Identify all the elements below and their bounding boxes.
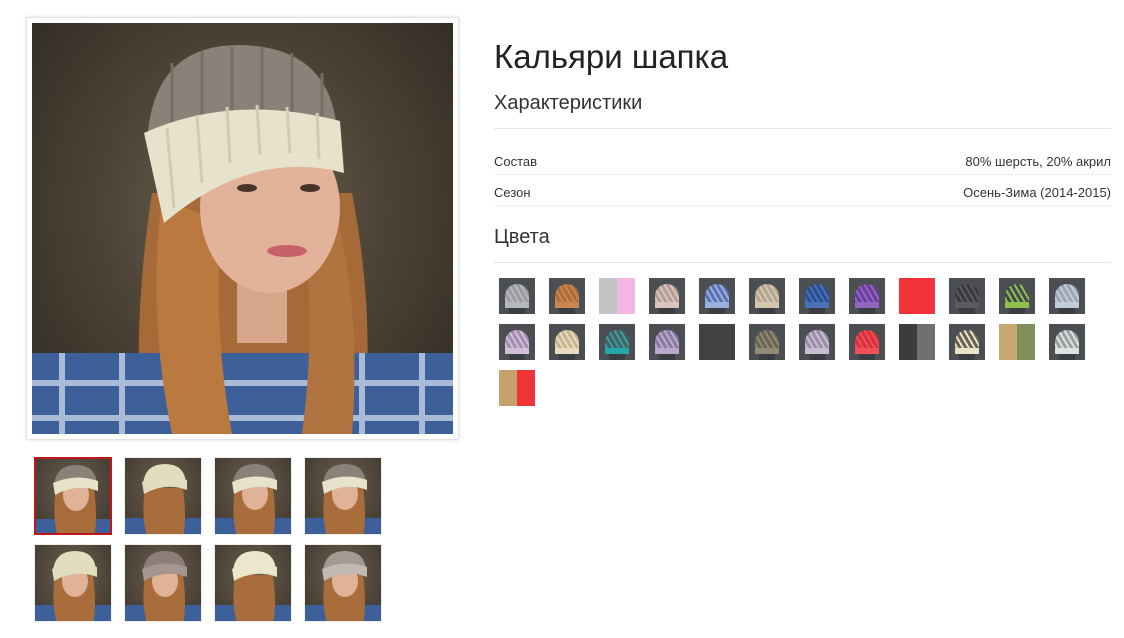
- color-swatch[interactable]: [649, 278, 685, 314]
- main-product-photo[interactable]: [26, 17, 459, 440]
- color-swatch[interactable]: [499, 324, 535, 360]
- color-swatch[interactable]: [1049, 324, 1085, 360]
- product-thumbnail[interactable]: [124, 544, 202, 622]
- color-swatch[interactable]: [699, 278, 735, 314]
- color-swatch[interactable]: [849, 324, 885, 360]
- color-swatch[interactable]: [699, 324, 735, 360]
- product-thumbnail[interactable]: [214, 544, 292, 622]
- spec-label: Состав: [494, 154, 538, 169]
- colors-heading: Цвета: [494, 226, 550, 248]
- color-swatch[interactable]: [899, 324, 935, 360]
- product-thumbnail[interactable]: [304, 457, 382, 535]
- color-swatch[interactable]: [599, 324, 635, 360]
- color-swatch[interactable]: [949, 278, 985, 314]
- characteristics-heading: Характеристики: [494, 92, 643, 114]
- color-swatch[interactable]: [749, 324, 785, 360]
- color-swatch[interactable]: [549, 324, 585, 360]
- color-swatch[interactable]: [499, 370, 535, 406]
- spec-row-season: Сезон Осень-Зима (2014-2015): [494, 175, 1111, 206]
- color-swatch[interactable]: [999, 278, 1035, 314]
- spec-value: 80% шерсть, 20% акрил: [965, 154, 1111, 169]
- color-swatch[interactable]: [749, 278, 785, 314]
- product-thumbnail[interactable]: [124, 457, 202, 535]
- spec-row-composition: Состав 80% шерсть, 20% акрил: [494, 144, 1111, 175]
- product-title: Кальяри шапка: [494, 38, 729, 75]
- product-thumbnail[interactable]: [34, 544, 112, 622]
- color-swatch[interactable]: [549, 278, 585, 314]
- color-swatch[interactable]: [1049, 278, 1085, 314]
- product-thumbnail[interactable]: [214, 457, 292, 535]
- color-swatch[interactable]: [799, 278, 835, 314]
- spec-value: Осень-Зима (2014-2015): [963, 185, 1111, 200]
- divider: [494, 262, 1111, 263]
- color-swatch[interactable]: [899, 278, 935, 314]
- product-thumbnail[interactable]: [34, 457, 112, 535]
- product-image-model-in-hat: [32, 23, 453, 434]
- color-swatch[interactable]: [999, 324, 1035, 360]
- divider: [494, 128, 1111, 129]
- color-swatch[interactable]: [949, 324, 985, 360]
- color-swatch[interactable]: [849, 278, 885, 314]
- spec-label: Сезон: [494, 185, 531, 200]
- product-thumbnail[interactable]: [304, 544, 382, 622]
- color-swatch[interactable]: [599, 278, 635, 314]
- color-swatch[interactable]: [499, 278, 535, 314]
- color-swatch[interactable]: [799, 324, 835, 360]
- color-swatch[interactable]: [649, 324, 685, 360]
